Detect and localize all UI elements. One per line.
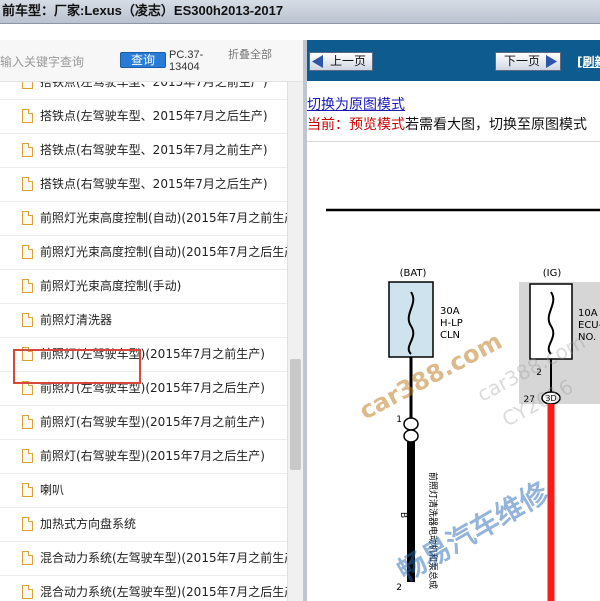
document-icon bbox=[22, 313, 33, 327]
fuse1-name2: CLN bbox=[440, 330, 460, 341]
preview-status: 当前：预览模式若需看大图，切换至原图模式 bbox=[307, 114, 587, 134]
document-icon bbox=[22, 211, 33, 225]
scrollbar-thumb[interactable] bbox=[290, 359, 301, 470]
tree-item-label: 混合动力系统(左驾驶车型)(2015年7月之后生产) bbox=[40, 585, 287, 599]
tree-item[interactable]: 混合动力系统(左驾驶车型)(2015年7月之后生产) bbox=[0, 576, 287, 601]
search-button[interactable]: 查询 bbox=[120, 52, 166, 68]
selection-highlight-box bbox=[13, 349, 141, 384]
tree-item-label: 加热式方向盘系统 bbox=[40, 517, 137, 531]
document-icon bbox=[22, 279, 33, 293]
tree-item[interactable]: 搭铁点(右驾驶车型、2015年7月之后生产) bbox=[0, 168, 287, 202]
document-icon bbox=[22, 109, 33, 123]
bat-label: (BAT) bbox=[400, 268, 427, 279]
tree-item[interactable]: 搭铁点(左驾驶车型、2015年7月之后生产) bbox=[0, 100, 287, 134]
tree-item[interactable]: 搭铁点(右驾驶车型、2015年7月之前生产) bbox=[0, 134, 287, 168]
pin-1-label: 1 bbox=[396, 415, 402, 425]
arrow-left-icon bbox=[312, 55, 323, 68]
prev-page-label: 上一页 bbox=[330, 54, 367, 68]
document-icon bbox=[22, 483, 33, 497]
tree-item[interactable]: 喇叭 bbox=[0, 474, 287, 508]
document-id: PC.37-13404 bbox=[169, 49, 204, 73]
watermark-text: 畅易汽车维修 bbox=[392, 475, 555, 588]
refresh-link[interactable]: [刷新] bbox=[577, 53, 600, 70]
tree-item-label: 前照灯光束高度控制(自动)(2015年7月之后生产) bbox=[40, 245, 287, 259]
tree-item[interactable]: 加热式方向盘系统 bbox=[0, 508, 287, 542]
connector-pin-1b bbox=[403, 429, 419, 443]
window-title: 前车型：厂家:Lexus（凌志）ES300h2013-2017 bbox=[0, 0, 600, 24]
document-icon bbox=[22, 245, 33, 259]
arrow-right-icon bbox=[546, 55, 557, 68]
tree-item-selected[interactable]: 前照灯清洗器 bbox=[0, 304, 287, 338]
tree-item-label: 前照灯清洗器 bbox=[40, 313, 113, 327]
document-icon bbox=[22, 449, 33, 463]
tree-item-label: 前照灯(右驾驶车型)(2015年7月之后生产) bbox=[40, 449, 265, 463]
wiring-diagram: (BAT) 30A H-LP CLN (IG) 10A ECU- NO. 2 1… bbox=[326, 208, 600, 601]
viewer-panel: 上一页 下一页 [刷新] 切换为原图模式 当前：预览模式若需看大图，切换至原图模… bbox=[307, 40, 600, 601]
tree-item-label: 搭铁点(右驾驶车型、2015年7月之前生产) bbox=[40, 143, 268, 157]
tree-item[interactable]: 前照灯光束高度控制(自动)(2015年7月之后生产) bbox=[0, 236, 287, 270]
status-text: 若需看大图，切换至原图模式 bbox=[405, 117, 587, 133]
document-icon bbox=[22, 82, 33, 89]
search-bar: 查询 PC.37-13404 折叠全部 bbox=[0, 40, 303, 82]
document-icon bbox=[22, 143, 33, 157]
ig-label: (IG) bbox=[543, 268, 562, 279]
tree-item-label: 前照灯(右驾驶车型)(2015年7月之前生产) bbox=[40, 415, 265, 429]
tree-item-label: 前照灯光束高度控制(手动) bbox=[40, 279, 182, 293]
status-label: 当前：预览模式 bbox=[307, 117, 405, 133]
connector-pin-1 bbox=[403, 417, 419, 431]
document-icon bbox=[22, 177, 33, 191]
prev-page-button[interactable]: 上一页 bbox=[309, 52, 373, 71]
document-icon bbox=[22, 517, 33, 531]
tree-item-label: 喇叭 bbox=[40, 483, 65, 497]
tree-item[interactable]: 前照灯光束高度控制(自动)(2015年7月之前生产) bbox=[0, 202, 287, 236]
next-page-label: 下一页 bbox=[504, 54, 541, 68]
document-icon bbox=[22, 551, 33, 565]
document-tree: 搭铁点(左驾驶车型、2015年7月之前生产) 搭铁点(左驾驶车型、2015年7月… bbox=[0, 82, 287, 601]
fuse1-name1: H-LP bbox=[440, 318, 463, 329]
tree-item-label: 搭铁点(左驾驶车型、2015年7月之后生产) bbox=[40, 109, 268, 123]
tree-scrollbar[interactable] bbox=[287, 82, 303, 601]
collapse-all-button[interactable]: 折叠全部 bbox=[228, 49, 272, 60]
tree-item-label: 搭铁点(右驾驶车型、2015年7月之后生产) bbox=[40, 177, 268, 191]
tree-item[interactable]: 前照灯(右驾驶车型)(2015年7月之后生产) bbox=[0, 440, 287, 474]
search-input[interactable] bbox=[0, 52, 114, 72]
tree-item[interactable]: 混合动力系统(左驾驶车型)(2015年7月之前生产) bbox=[0, 542, 287, 576]
tree-item-label: 混合动力系统(左驾驶车型)(2015年7月之前生产) bbox=[40, 551, 287, 565]
viewer-toolbar: 上一页 下一页 [刷新] bbox=[307, 40, 600, 81]
tree-item[interactable]: 搭铁点(左驾驶车型、2015年7月之前生产) bbox=[0, 82, 287, 100]
fuse2-name1: ECU- bbox=[578, 320, 600, 331]
pin-2b-label: 2 bbox=[396, 583, 402, 593]
document-icon bbox=[22, 585, 33, 599]
fuse1-amp: 30A bbox=[440, 306, 460, 317]
left-panel: 查询 PC.37-13404 折叠全部 搭铁点(左驾驶车型、2015年7月之前生… bbox=[0, 40, 303, 601]
wire-b-label: B bbox=[398, 512, 408, 518]
document-icon bbox=[22, 415, 33, 429]
tree-item-label: 搭铁点(左驾驶车型、2015年7月之前生产) bbox=[40, 82, 268, 89]
tree-item[interactable]: 前照灯光束高度控制(手动) bbox=[0, 270, 287, 304]
original-mode-link[interactable]: 切换为原图模式 bbox=[307, 94, 405, 114]
fuse2-amp: 10A bbox=[578, 308, 598, 319]
tree-item-label: 前照灯光束高度控制(自动)(2015年7月之前生产) bbox=[40, 211, 287, 225]
next-page-button[interactable]: 下一页 bbox=[495, 52, 561, 71]
tree-item[interactable]: 前照灯(右驾驶车型)(2015年7月之前生产) bbox=[0, 406, 287, 440]
